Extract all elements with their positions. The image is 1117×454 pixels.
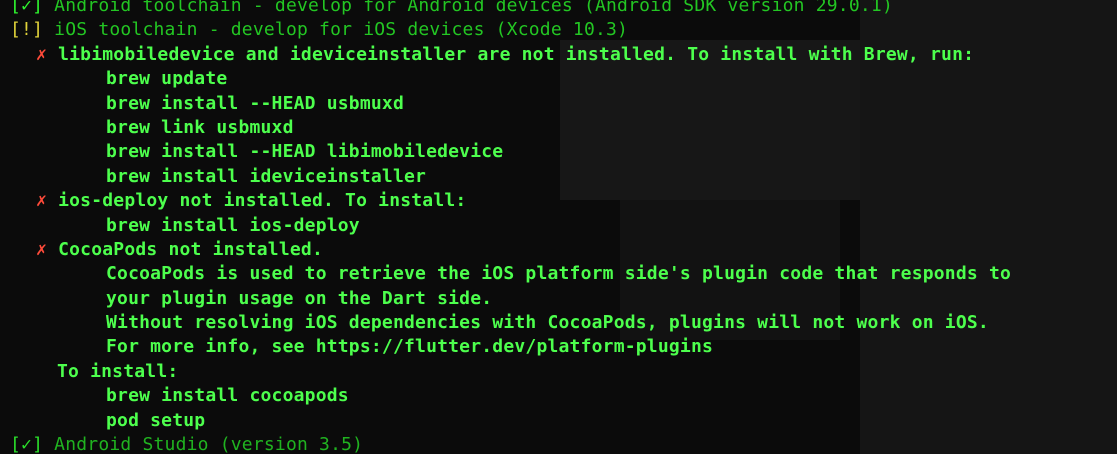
output-line-android-toolchain: [✓] Android toolchain - develop for Andr… — [10, 0, 1117, 18]
check-icon: [✓] — [10, 0, 44, 16]
output-line-libimobiledevice: ✗ libimobiledevice and ideviceinstaller … — [36, 43, 975, 65]
error-icon: ✗ — [36, 190, 48, 212]
error-icon: ✗ — [36, 238, 48, 260]
command-line: brew install --HEAD libimobiledevice — [106, 141, 504, 163]
description-line: your plugin usage on the Dart side. — [106, 287, 493, 309]
terminal-window[interactable]: [✓] Android toolchain - develop for Andr… — [0, 0, 1117, 454]
check-icon: [✓] — [10, 434, 44, 454]
to-install-heading: To install: — [57, 360, 179, 382]
warning-icon: [!] — [10, 19, 44, 41]
description-line: Without resolving iOS dependencies with … — [106, 312, 989, 334]
output-line-android-studio: [✓] Android Studio (version 3.5) — [10, 434, 364, 454]
terminal-output: [✓] Android toolchain - develop for Andr… — [10, 0, 1117, 454]
command-line: brew install --HEAD usbmuxd — [106, 92, 404, 114]
output-line-ios-deploy: ✗ ios-deploy not installed. To install: — [36, 190, 467, 212]
command-line: brew install ideviceinstaller — [106, 165, 427, 187]
command-line: brew update — [106, 68, 228, 90]
output-line-cocoapods: ✗ CocoaPods not installed. — [36, 238, 323, 260]
description-line: For more info, see https://flutter.dev/p… — [106, 336, 714, 358]
description-line: CocoaPods is used to retrieve the iOS pl… — [106, 263, 1012, 285]
error-icon: ✗ — [36, 43, 48, 65]
command-line: brew install cocoapods — [106, 385, 349, 407]
output-line-ios-toolchain: [!] iOS toolchain - develop for iOS devi… — [10, 19, 629, 41]
command-line: pod setup — [106, 409, 206, 431]
command-line: brew install ios-deploy — [106, 214, 360, 236]
command-line: brew link usbmuxd — [106, 116, 294, 138]
